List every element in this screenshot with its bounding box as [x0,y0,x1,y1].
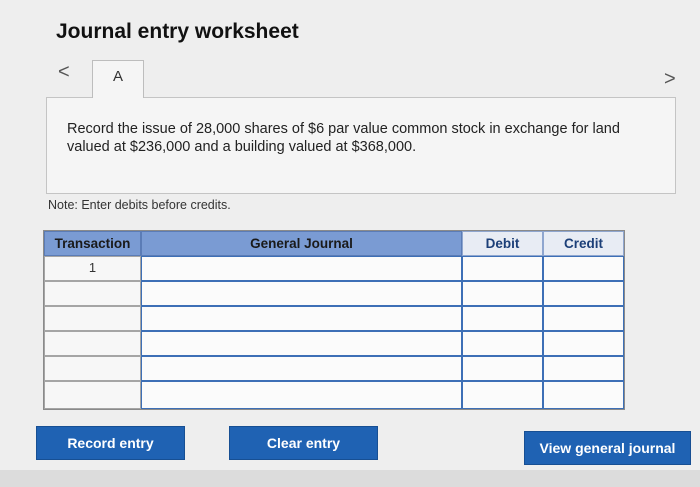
account-input[interactable] [141,306,462,331]
next-arrow-icon[interactable]: > [664,68,676,91]
tab-a[interactable]: A [92,60,144,98]
debit-input[interactable] [462,331,543,356]
credit-input[interactable] [543,356,624,381]
column-header-credit: Credit [543,231,624,256]
debit-input[interactable] [462,306,543,331]
record-entry-button[interactable]: Record entry [36,426,185,460]
column-header-transaction: Transaction [44,231,141,256]
account-input[interactable] [141,381,462,409]
transaction-number [44,306,141,331]
worksheet-page: Journal entry worksheet < A > Record the… [0,0,700,470]
transaction-number: 1 [44,256,141,281]
note-text: Note: Enter debits before credits. [48,198,231,212]
bottom-strip [0,470,700,487]
credit-input[interactable] [543,381,624,409]
account-input[interactable] [141,281,462,306]
page-title: Journal entry worksheet [56,20,299,43]
credit-input[interactable] [543,281,624,306]
column-header-debit: Debit [462,231,543,256]
debit-input[interactable] [462,381,543,409]
transaction-number [44,381,141,409]
transaction-number [44,331,141,356]
debit-input[interactable] [462,256,543,281]
account-input[interactable] [141,331,462,356]
transaction-number [44,356,141,381]
clear-entry-button[interactable]: Clear entry [229,426,378,460]
transaction-number [44,281,141,306]
account-input[interactable] [141,256,462,281]
account-input[interactable] [141,356,462,381]
debit-input[interactable] [462,356,543,381]
question-panel: Record the issue of 28,000 shares of $6 … [46,97,676,194]
column-header-general-journal: General Journal [141,231,462,256]
credit-input[interactable] [543,256,624,281]
credit-input[interactable] [543,331,624,356]
debit-input[interactable] [462,281,543,306]
credit-input[interactable] [543,306,624,331]
previous-arrow-icon[interactable]: < [58,61,70,84]
view-general-journal-button[interactable]: View general journal [524,431,691,465]
question-text: Record the issue of 28,000 shares of $6 … [67,121,620,155]
journal-table: Transaction General Journal Debit Credit… [43,230,625,410]
